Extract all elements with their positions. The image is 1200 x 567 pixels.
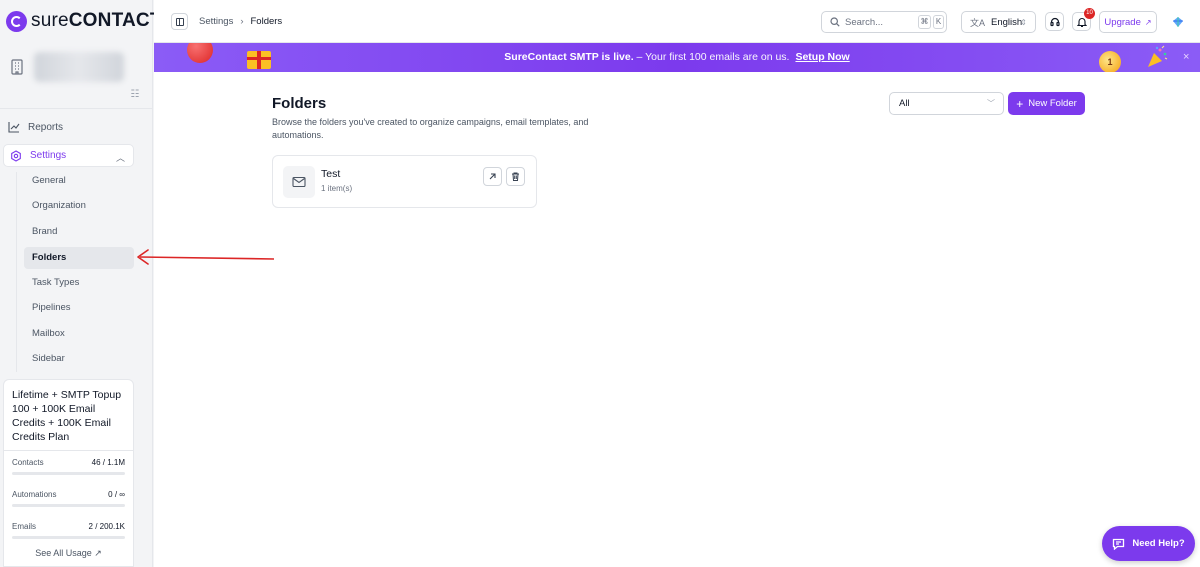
trash-icon (512, 172, 519, 181)
page-description: Browse the folders you've created to org… (272, 117, 589, 140)
sidebar-item-reports[interactable]: Reports (8, 118, 63, 136)
search-input[interactable]: Search... ⌘ K (821, 11, 947, 33)
open-folder-button[interactable] (483, 167, 502, 186)
chevron-up-icon: ︿ (115, 153, 125, 163)
shortcut-k-key: K (933, 15, 944, 29)
usage-value: 2 / 200.1K (88, 522, 125, 531)
folder-item-count: 1 item(s) (321, 184, 353, 193)
plus-icon: + (1016, 96, 1024, 111)
folder-type-filter[interactable]: All ﹀ (889, 92, 1004, 115)
breadcrumb-settings[interactable]: Settings (199, 16, 233, 27)
translate-icon: 文A (970, 17, 986, 28)
see-all-usage-label: See All Usage (35, 548, 92, 558)
filter-value: All (899, 98, 910, 109)
usage-value: 0 / ∞ (108, 490, 125, 499)
search-placeholder: Search... (845, 16, 884, 28)
sidebar-subitem-general[interactable]: General (24, 170, 134, 192)
annotation-arrow (137, 249, 275, 265)
arrow-up-right-icon (489, 173, 496, 180)
medal-icon: 1 (1099, 51, 1121, 72)
chat-icon (1113, 538, 1125, 550)
sidebar-subitem-task-types[interactable]: Task Types (24, 272, 134, 294)
chevron-down-icon: ﹀ (987, 99, 995, 108)
sidebar-item-label: Settings (30, 150, 67, 161)
divider (4, 450, 133, 451)
sidebar-subitem-folders[interactable]: Folders (24, 247, 134, 269)
brand-name: sureCONTACT (31, 10, 162, 31)
page-title: Folders (272, 95, 327, 112)
top-bar: Settings › Folders Search... ⌘ K 文A Engl… (154, 0, 1200, 43)
main-area: Settings › Folders Search... ⌘ K 文A Engl… (154, 0, 1200, 567)
usage-contacts: Contacts 46 / 1.1M (12, 458, 125, 475)
upgrade-button[interactable]: Upgrade ↗ (1099, 11, 1157, 33)
new-folder-button[interactable]: + New Folder (1008, 92, 1085, 115)
setup-now-link[interactable]: Setup Now (795, 51, 849, 63)
need-help-label: Need Help? (1132, 538, 1185, 549)
promo-banner: SureContact SMTP is live. – Your first 1… (154, 43, 1200, 72)
sidebar-item-label: Reports (28, 121, 64, 133)
party-popper-icon (1148, 45, 1168, 67)
usage-progress-bar (12, 504, 125, 507)
language-select[interactable]: 文A English ⇕ (961, 11, 1036, 33)
usage-value: 46 / 1.1M (91, 458, 125, 467)
language-value: English (991, 16, 1023, 28)
divider (0, 108, 153, 109)
banner-body: – Your first 100 emails are on us. (633, 51, 790, 63)
see-all-usage-link[interactable]: See All Usage ↗ (4, 548, 133, 559)
external-arrow-icon: ↗ (94, 548, 102, 558)
headset-icon (1049, 17, 1060, 26)
usage-label: Automations (12, 490, 57, 499)
usage-label: Contacts (12, 458, 44, 467)
new-folder-label: New Folder (1028, 98, 1077, 109)
sidebar-subitem-organization[interactable]: Organization (24, 195, 134, 217)
mail-icon-tile (283, 166, 315, 198)
sidebar-collapse-icon[interactable]: ☷ (128, 88, 142, 102)
support-button[interactable] (1045, 12, 1064, 31)
chart-line-icon (8, 122, 20, 133)
folder-name: Test (321, 168, 341, 180)
sidebar: sureCONTACT ☷ Reports Settings ︿ General… (0, 0, 161, 567)
bell-icon (1076, 17, 1087, 27)
breadcrumb: Settings › Folders (199, 16, 282, 27)
usage-progress-bar (12, 536, 125, 539)
sidebar-subitem-brand[interactable]: Brand (24, 221, 134, 243)
breadcrumb-current: Folders (250, 16, 283, 27)
notifications-button[interactable]: 10 (1072, 8, 1095, 31)
upgrade-label: Upgrade (1104, 16, 1141, 28)
sidebar-item-settings[interactable]: Settings ︿ (3, 144, 134, 167)
organization-name-blurred (34, 52, 124, 82)
folder-card-test[interactable]: Test 1 item(s) (272, 155, 537, 208)
chevron-updown-icon: ⇕ (1020, 17, 1027, 27)
sidebar-subitem-pipelines[interactable]: Pipelines (24, 297, 134, 319)
delete-folder-button[interactable] (506, 167, 525, 186)
usage-emails: Emails 2 / 200.1K (12, 522, 125, 539)
banner-text: SureContact SMTP is live. – Your first 1… (154, 51, 1200, 63)
chevron-right-icon: › (240, 16, 244, 27)
gear-icon (11, 149, 21, 162)
usage-label: Emails (12, 522, 37, 531)
submenu-line (16, 172, 17, 372)
search-icon (830, 17, 840, 27)
external-arrow-icon: ↗ (1144, 17, 1152, 27)
surecontact-logo-icon (6, 10, 27, 32)
close-icon[interactable]: × (1183, 51, 1189, 63)
diamond-logo-icon[interactable] (1172, 16, 1184, 28)
organization-switcher[interactable] (10, 52, 124, 82)
banner-headline: SureContact SMTP is live. (504, 51, 634, 63)
mail-icon (292, 176, 306, 188)
shortcut-cmd-key: ⌘ (918, 15, 931, 29)
plan-usage-card: Lifetime + SMTP Topup 100 + 100K Email C… (3, 379, 134, 567)
usage-automations: Automations 0 / ∞ (12, 490, 125, 507)
brand-logo[interactable]: sureCONTACT (6, 10, 162, 32)
plan-title: Lifetime + SMTP Topup 100 + 100K Email C… (12, 389, 122, 443)
building-icon (11, 59, 23, 75)
toggle-sidebar-button[interactable] (171, 13, 188, 30)
need-help-button[interactable]: Need Help? (1102, 526, 1195, 561)
usage-progress-bar (12, 472, 125, 475)
notification-badge: 10 (1084, 8, 1095, 19)
panel-icon (175, 17, 184, 26)
sidebar-subitem-mailbox[interactable]: Mailbox (24, 323, 134, 345)
sidebar-subitem-sidebar[interactable]: Sidebar (24, 348, 134, 370)
